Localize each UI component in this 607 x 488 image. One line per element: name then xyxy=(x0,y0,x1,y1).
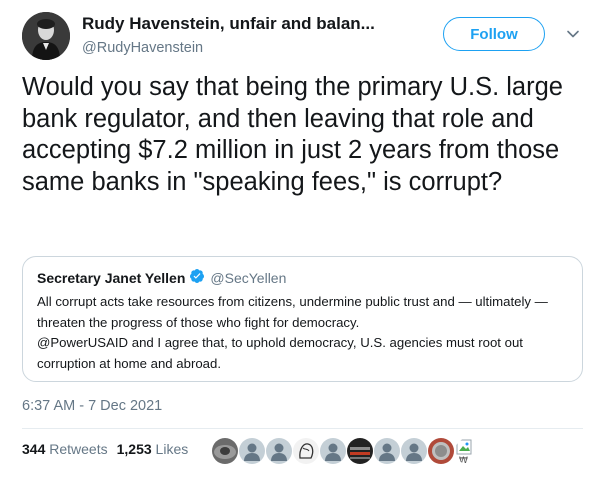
quoted-author-handle: @SecYellen xyxy=(210,269,287,286)
tweet-text: Would you say that being the primary U.S… xyxy=(22,73,563,196)
retweets-stat[interactable]: 344 Retweets xyxy=(22,441,108,457)
retweets-label: Retweets xyxy=(49,441,108,457)
quoted-tweet[interactable]: Secretary Janet Yellen @SecYellen All co… xyxy=(22,256,583,382)
tweet-timestamp[interactable]: 6:37 AM - 7 Dec 2021 xyxy=(22,398,162,414)
liker-avatar-broken-image[interactable]: ₩ xyxy=(455,438,481,464)
quoted-author-name: Secretary Janet Yellen xyxy=(37,269,186,286)
liker-avatar[interactable] xyxy=(347,438,373,464)
likes-label: Likes xyxy=(155,441,189,457)
liker-avatar-default[interactable] xyxy=(320,438,346,464)
verified-badge-icon xyxy=(189,268,205,287)
chevron-down-icon[interactable] xyxy=(566,27,580,41)
quoted-tweet-text: All corrupt acts take resources from cit… xyxy=(37,292,572,374)
author-handle[interactable]: @RudyHavenstein xyxy=(82,40,203,56)
author-name[interactable]: Rudy Havenstein, unfair and balan... xyxy=(82,14,375,34)
quoted-text-line-2: @PowerUSAID and I agree that, to uphold … xyxy=(37,335,523,371)
liker-avatar[interactable] xyxy=(428,438,454,464)
liker-avatar[interactable] xyxy=(212,438,238,464)
quoted-text-line-1: All corrupt acts take resources from cit… xyxy=(37,294,548,330)
likes-stat[interactable]: 1,253 Likes xyxy=(117,441,189,457)
liker-avatar-default[interactable] xyxy=(266,438,292,464)
retweets-count: 344 xyxy=(22,441,46,457)
liker-avatar-default[interactable] xyxy=(239,438,265,464)
divider xyxy=(22,428,583,429)
follow-button[interactable]: Follow xyxy=(443,17,545,51)
likes-count: 1,253 xyxy=(116,441,152,457)
quoted-tweet-header: Secretary Janet Yellen @SecYellen xyxy=(37,268,286,287)
tweet-stats: 344 Retweets 1,253 Likes xyxy=(22,441,197,457)
author-avatar[interactable] xyxy=(22,12,70,60)
tweet-card: Rudy Havenstein, unfair and balan... @Ru… xyxy=(0,0,607,488)
liker-avatar-default[interactable] xyxy=(401,438,427,464)
svg-text:₩: ₩ xyxy=(459,456,468,464)
likers-avatars: ₩ xyxy=(212,438,482,464)
liker-avatar[interactable] xyxy=(293,438,319,464)
liker-avatar-default[interactable] xyxy=(374,438,400,464)
